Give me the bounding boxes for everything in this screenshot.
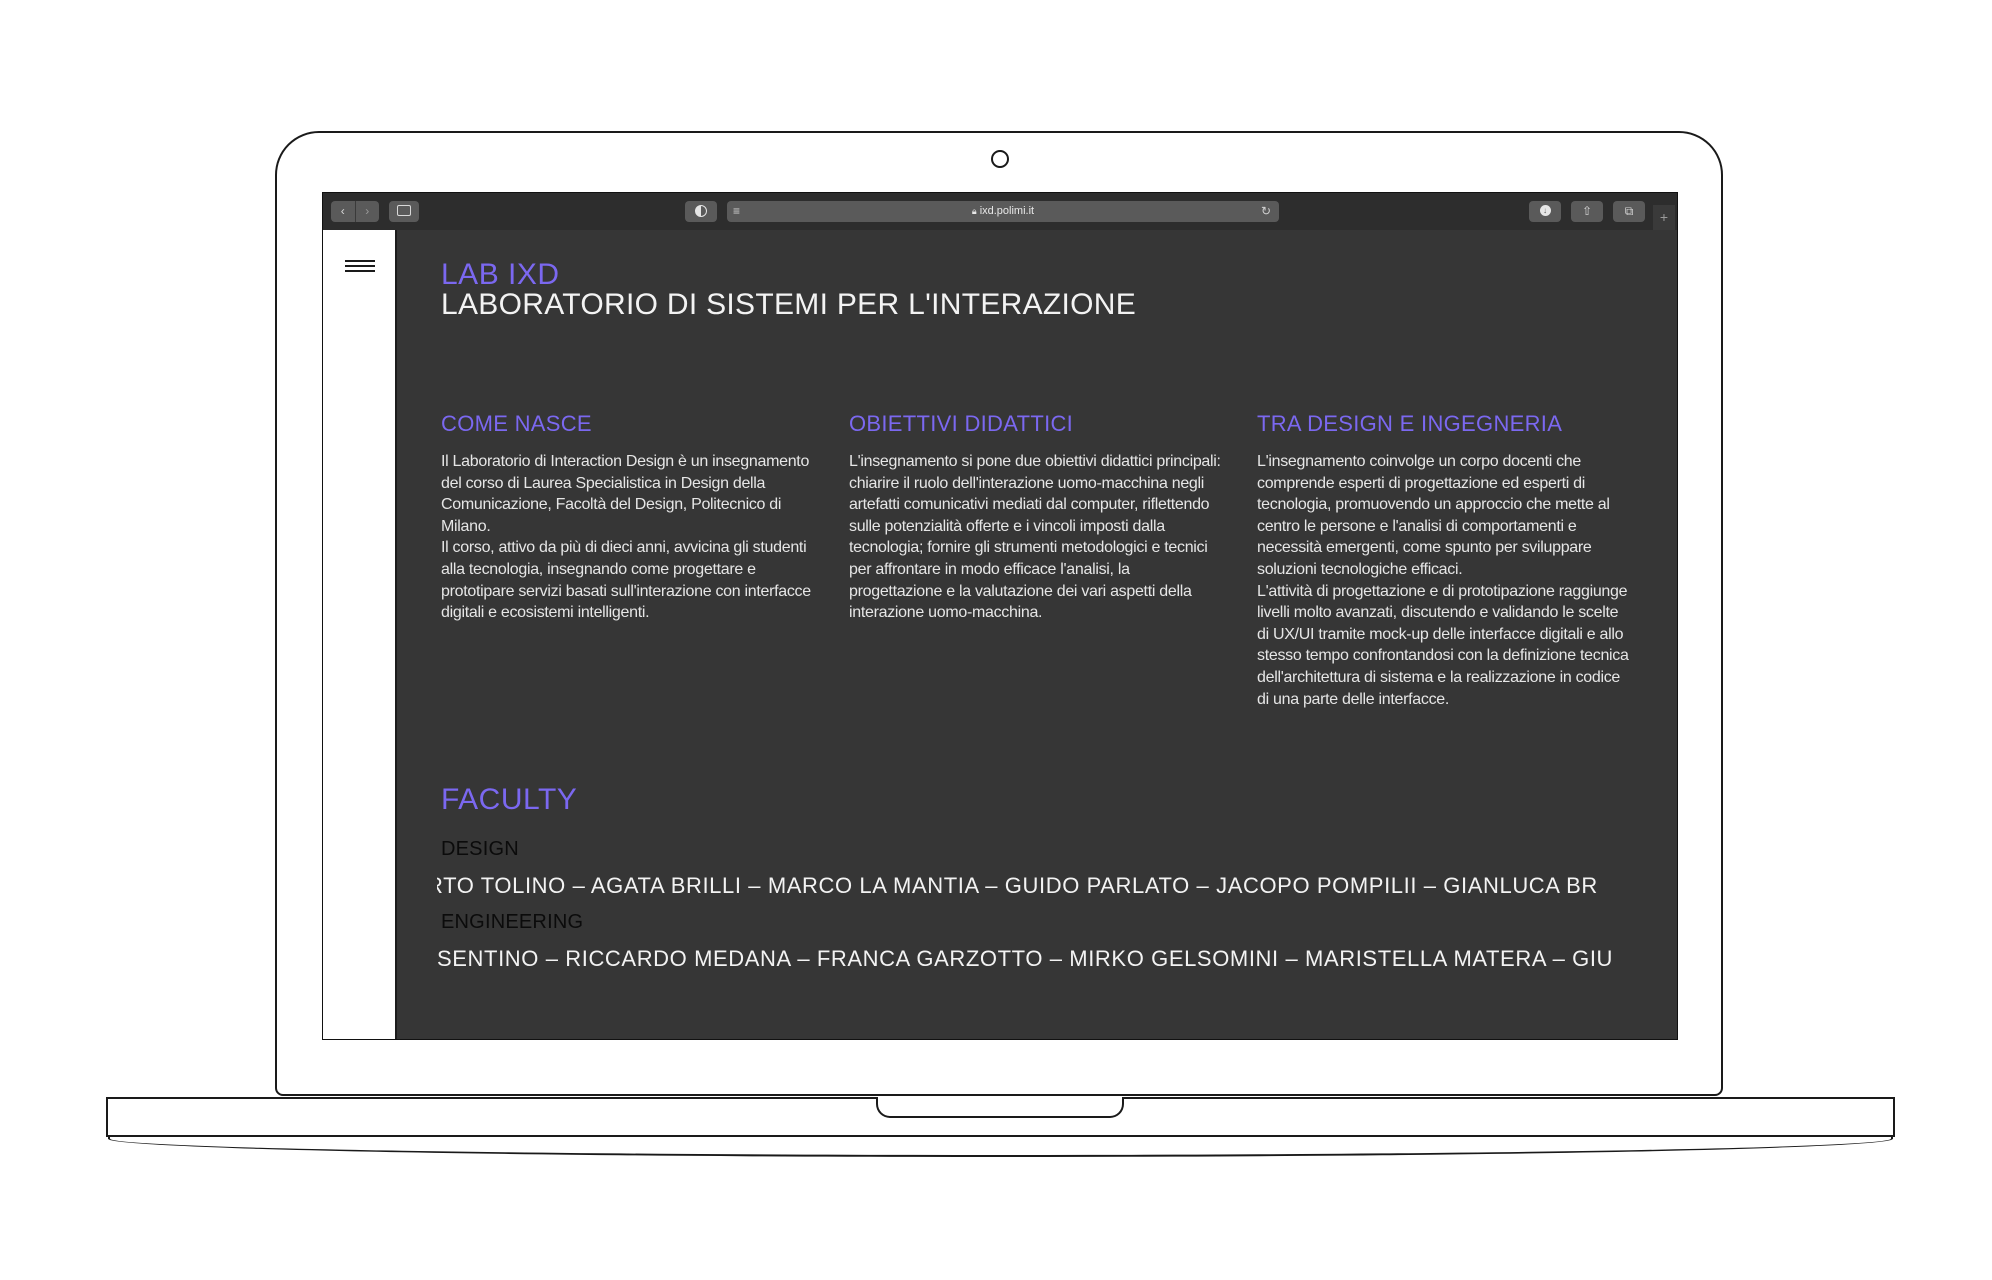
engineering-faculty-ticker: SENTINO – RICCARDO MEDANA – FRANCA GARZO…	[437, 946, 1633, 972]
laptop-foot	[108, 1135, 1893, 1157]
shield-icon	[695, 204, 707, 217]
camera-icon	[991, 150, 1009, 168]
tabs-button[interactable]: ⧉	[1613, 201, 1645, 222]
browser-window: ‹ › ≡ 🔒︎ ixd.polimi.it ↻ ↓ ⇧ ⧉ + LAB IXD…	[322, 192, 1678, 1040]
reader-icon[interactable]: ≡	[733, 201, 740, 222]
address-bar[interactable]: ≡ 🔒︎ ixd.polimi.it ↻	[727, 201, 1279, 222]
page-kicker: LAB IXD	[441, 258, 560, 291]
privacy-button[interactable]	[685, 201, 717, 222]
download-button[interactable]: ↓	[1529, 201, 1561, 222]
column-heading: TRA DESIGN E INGEGNERIA	[1257, 411, 1563, 436]
column-heading: COME NASCE	[441, 411, 592, 436]
column-tra-design-e-ingegneria: TRA DESIGN E INGEGNERIA L'insegnamento c…	[1257, 411, 1629, 710]
sidebar-toggle-button[interactable]	[389, 201, 419, 222]
column-text: Il Laboratorio di Interaction Design è u…	[441, 453, 811, 622]
page-title: LABORATORIO DI SISTEMI PER L'INTERAZIONE	[441, 288, 1137, 321]
chevron-left-icon[interactable]: ‹	[331, 201, 356, 222]
column-come-nasce: COME NASCE Il Laboratorio di Interaction…	[441, 411, 813, 624]
url-text: ixd.polimi.it	[979, 205, 1035, 217]
tabs-icon: ⧉	[1624, 204, 1634, 218]
column-obiettivi-didattici: OBIETTIVI DIDATTICI L'insegnamento si po…	[849, 411, 1221, 624]
engineering-faculty-names: SENTINO – RICCARDO MEDANA – FRANCA GARZO…	[437, 946, 1614, 971]
laptop-notch	[876, 1097, 1124, 1118]
sidebar-icon	[397, 205, 411, 217]
side-nav	[323, 230, 397, 1039]
hamburger-menu-icon[interactable]	[345, 260, 375, 276]
column-heading: OBIETTIVI DIDATTICI	[849, 411, 1074, 436]
column-text: L'insegnamento si pone due obiettivi did…	[849, 453, 1221, 622]
browser-toolbar: ‹ › ≡ 🔒︎ ixd.polimi.it ↻ ↓ ⇧ ⧉ +	[323, 193, 1677, 231]
new-tab-button[interactable]: +	[1653, 205, 1675, 230]
lock-icon: 🔒︎	[971, 206, 977, 216]
design-label: DESIGN	[441, 838, 519, 860]
share-button[interactable]: ⇧	[1571, 201, 1603, 222]
column-text: L'insegnamento coinvolge un corpo docent…	[1257, 453, 1629, 708]
chevron-right-icon[interactable]: ›	[356, 201, 380, 222]
nav-buttons: ‹ ›	[331, 201, 379, 222]
engineering-label: ENGINEERING	[441, 911, 584, 933]
faculty-title: FACULTY	[441, 783, 578, 816]
download-icon: ↓	[1539, 205, 1551, 217]
reload-icon[interactable]: ↻	[1261, 201, 1271, 222]
web-page: LAB IXD LABORATORIO DI SISTEMI PER L'INT…	[323, 230, 1677, 1039]
share-icon: ⇧	[1581, 204, 1593, 218]
plus-icon: +	[1659, 209, 1669, 225]
design-faculty-names: RTO TOLINO – AGATA BRILLI – MARCO LA MAN…	[437, 873, 1598, 898]
design-faculty-ticker: RTO TOLINO – AGATA BRILLI – MARCO LA MAN…	[437, 873, 1633, 899]
